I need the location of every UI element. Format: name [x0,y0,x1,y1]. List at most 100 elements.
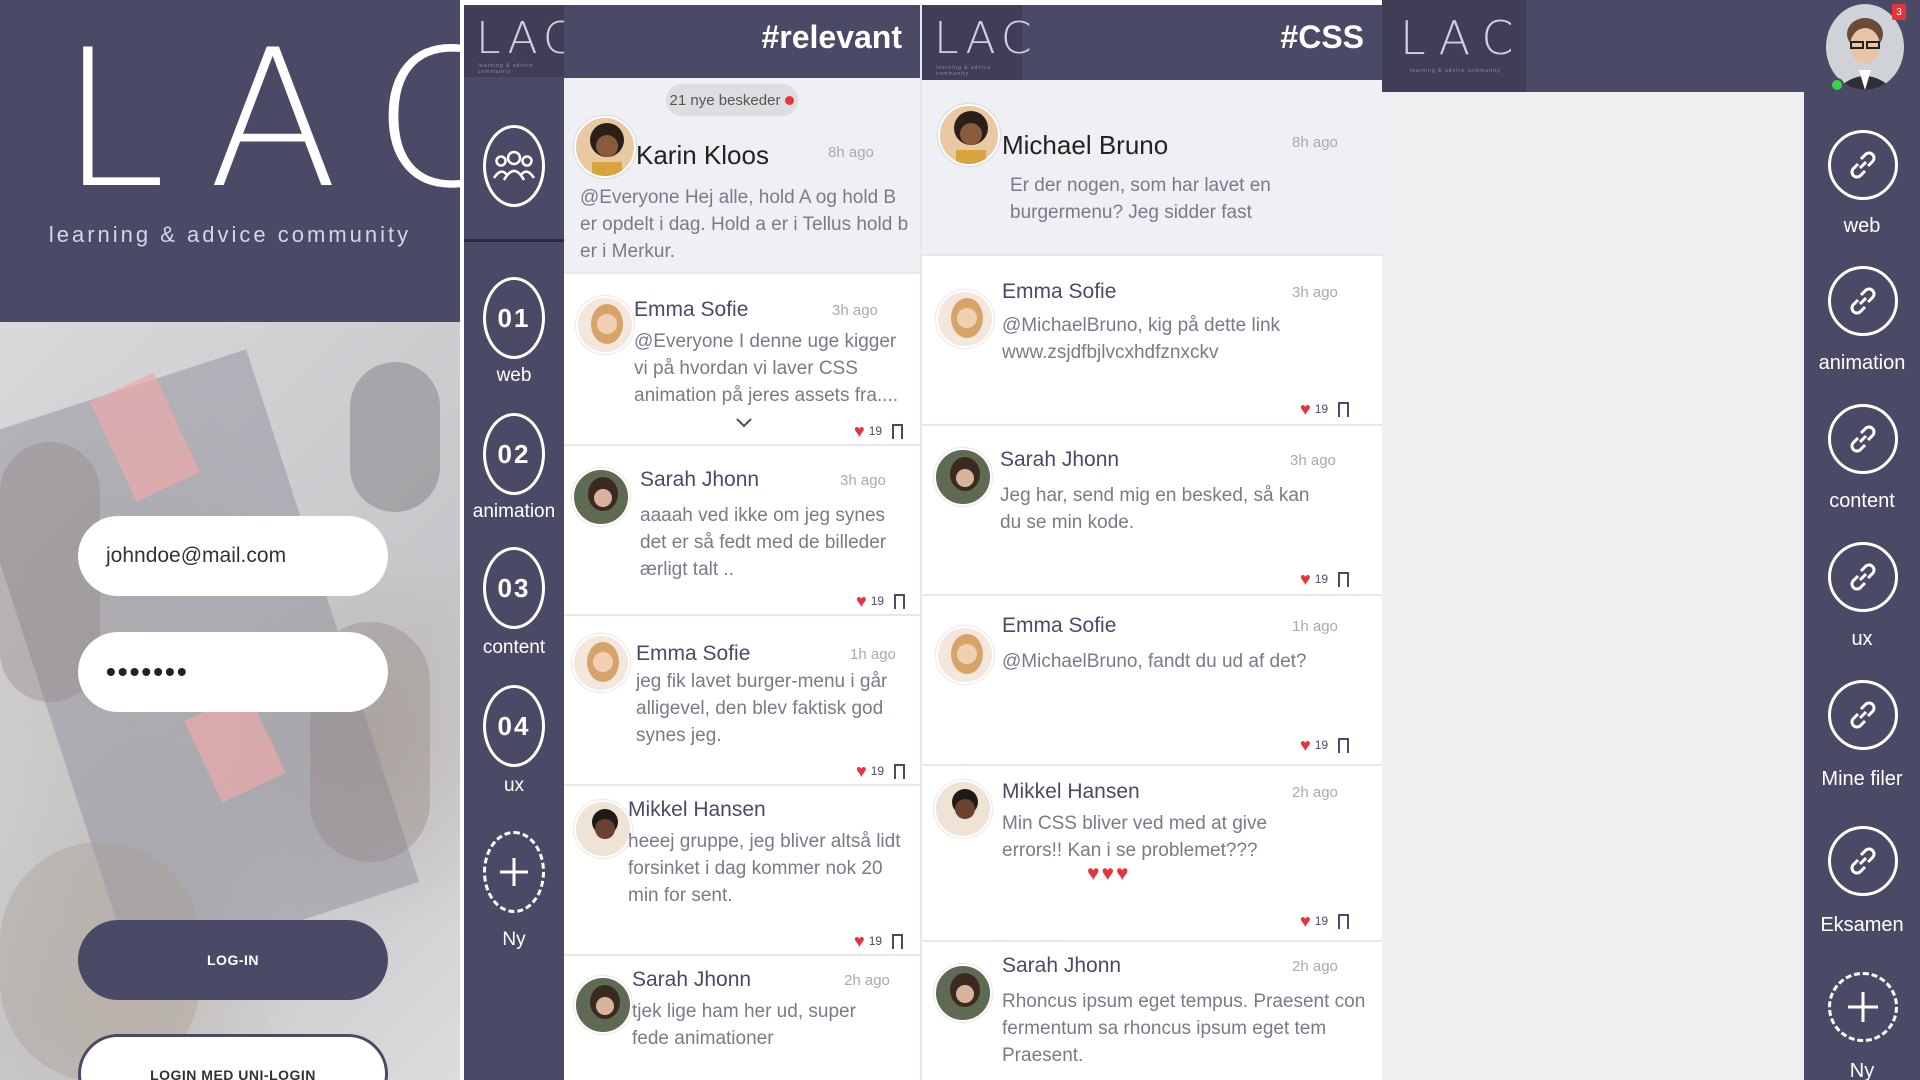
like-row[interactable]: ♥ 19 [1300,400,1350,422]
heart-icon[interactable]: ♥ [854,932,865,950]
new-messages-badge[interactable]: 21 nye beskeder [666,84,798,116]
avatar[interactable] [936,290,994,348]
link-button-animation[interactable] [1828,266,1898,336]
avatar-image [588,477,618,511]
author-name: Emma Sofie [1002,280,1117,303]
like-row[interactable]: ♥ 19 [1300,570,1350,592]
post[interactable]: Sarah Jhonn 3h ago aaaah ved ikke om jeg… [564,448,920,616]
post[interactable]: Mikkel Hansen heeej gruppe, jeg bliver a… [564,788,920,956]
link-button-web[interactable] [1828,130,1898,200]
rail-item-animation[interactable]: 02 [483,413,545,495]
uni-login-button[interactable]: LOGIN MED UNI-LOGIN [78,1034,388,1080]
post-text: @Everyone I denne uge kigger vi på hvord… [634,331,899,406]
post-text: aaaah ved ikke om jeg synes det er så fe… [640,505,887,580]
bookmark-icon[interactable] [1338,737,1350,758]
rail-link-label: ux [1851,628,1873,650]
post-time: 1h ago [1292,618,1338,635]
heart-icon[interactable]: ♥ [1300,400,1311,418]
like-row[interactable]: ♥ 19 [854,932,904,954]
new-link-label: Ny [1849,1060,1875,1080]
link-button-content[interactable] [1828,404,1898,474]
lac-logo: LAC [60,9,460,230]
post-highlighted[interactable]: Michael Bruno 8h ago Er der nogen, som h… [922,80,1382,256]
bookmark-icon[interactable] [1338,913,1350,934]
post[interactable]: Emma Sofie 1h ago jeg fik lavet burger-m… [564,618,920,786]
rail-item-web[interactable]: 01 [483,277,545,359]
avatar[interactable] [576,296,634,354]
notification-badge[interactable]: 3 [1892,4,1906,20]
post[interactable]: Emma Sofie 1h ago @MichaelBruno, fandt d… [922,596,1382,766]
avatar[interactable] [934,964,992,1022]
post[interactable]: Sarah Jhonn 3h ago Jeg har, send mig en … [922,426,1382,596]
group-button[interactable] [483,125,545,207]
post-time: 3h ago [1290,452,1336,469]
heart-icon[interactable]: ♥ [1300,570,1311,588]
post[interactable]: Emma Sofie 3h ago @MichaelBruno, kig på … [922,256,1382,426]
heart-icon[interactable]: ♥ [854,422,865,440]
like-row[interactable]: ♥ 19 [1300,736,1350,758]
like-row[interactable]: ♥ 19 [856,762,906,784]
reaction-hearts[interactable]: ♥♥♥ [1087,862,1130,886]
rail-item-label: web [496,365,532,386]
post-text: jeg fik lavet burger-menu i går alligeve… [636,671,888,746]
login-button[interactable]: LOG-IN [78,920,388,1000]
chevron-down-icon[interactable] [736,418,752,428]
logo-subtitle: learning & advice community [478,63,534,75]
avatar[interactable] [936,626,994,684]
avatar[interactable] [572,468,630,526]
post-text: tjek lige ham her ud, super fede animati… [632,1001,856,1049]
heart-icon[interactable]: ♥ [856,592,867,610]
avatar[interactable] [572,634,630,692]
post-highlighted[interactable]: 21 nye beskeder Karin Kloos 8h ago @Ever… [564,78,920,274]
link-button-eksamen[interactable] [1828,826,1898,896]
author-name: Sarah Jhonn [640,468,760,491]
rail-link-label: content [1829,490,1895,512]
avatar[interactable] [574,976,632,1034]
avatar-image [954,111,988,164]
like-row[interactable]: ♥ 19 [854,422,904,444]
heart-icon[interactable]: ♥ [1300,736,1311,754]
bookmark-icon[interactable] [892,423,904,444]
rail-item-label: ux [503,775,525,796]
rail-link-label: web [1843,215,1881,237]
rail-item-content[interactable]: 03 [483,547,545,629]
bookmark-icon[interactable] [894,763,906,784]
avatar-image [590,123,624,176]
author-name: Emma Sofie [634,298,749,321]
rail-item-ux[interactable]: 04 [483,685,545,767]
post[interactable]: Sarah Jhonn 2h ago Rhoncus ipsum eget te… [922,942,1382,1080]
link-button-ux[interactable] [1828,542,1898,612]
avatar[interactable] [934,448,992,506]
password-field[interactable]: ••••••• [78,632,388,712]
rail-divider [464,239,564,242]
rail-item-label: animation [472,501,556,522]
bookmark-icon[interactable] [894,593,906,614]
avatar[interactable] [574,800,632,858]
avatar[interactable] [938,104,1000,166]
css-logo-box: LAC learning & advice community [922,5,1032,80]
post[interactable]: Emma Sofie 3h ago @Everyone I denne uge … [564,276,920,446]
avatar[interactable] [574,116,636,178]
bookmark-icon[interactable] [1338,571,1350,592]
new-link-button[interactable] [1828,972,1898,1042]
bookmark-icon[interactable] [1338,401,1350,422]
bookmark-icon[interactable] [892,933,904,954]
like-count: 19 [870,594,885,608]
link-button-mine-filer[interactable] [1828,680,1898,750]
heart-icon[interactable]: ♥ [856,762,867,780]
post[interactable]: Sarah Jhonn 2h ago tjek lige ham her ud,… [564,958,920,1080]
like-row[interactable]: ♥ 19 [1300,912,1350,934]
email-field[interactable]: johndoe@mail.com [78,516,388,596]
avatar[interactable] [934,780,992,838]
like-row[interactable]: ♥ 19 [856,592,906,614]
new-channel-button[interactable] [483,831,545,913]
post-text: Jeg har, send mig en besked, så kan du s… [1000,485,1310,533]
post-time: 3h ago [840,472,886,489]
channel-title: #relevant [761,19,902,55]
post-time: 8h ago [1292,134,1338,151]
new-label: Ny [502,929,526,950]
heart-icon[interactable]: ♥ [1300,912,1311,930]
link-icon [1850,425,1876,453]
avatar-image [951,634,983,674]
post[interactable]: Mikkel Hansen 2h ago Min CSS bliver ved … [922,766,1382,942]
